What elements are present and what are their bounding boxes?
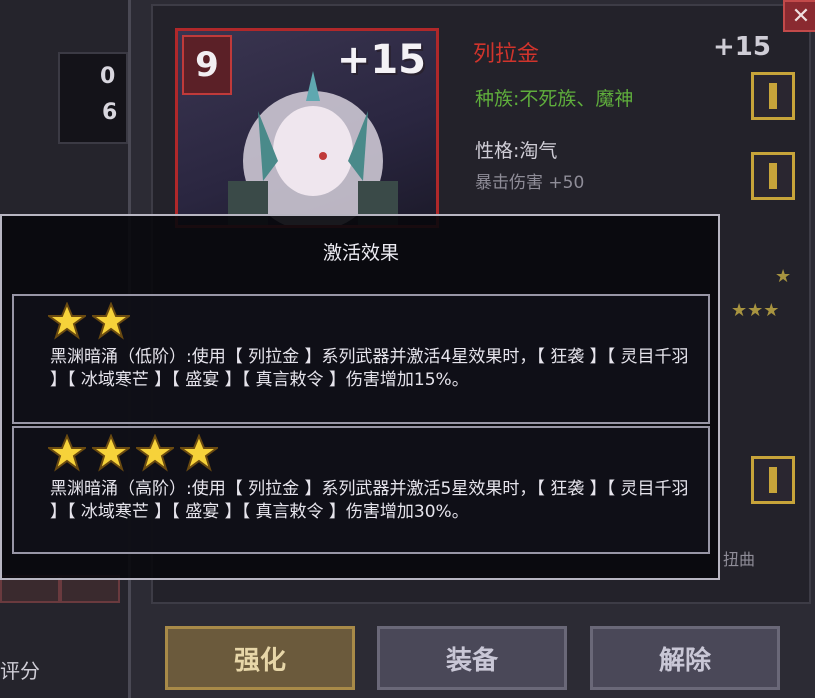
faint-side-label: 扭曲 — [723, 550, 756, 569]
star-icon: ★★★ — [731, 300, 780, 321]
star-icon — [136, 434, 174, 472]
effect-entry: 黑渊暗涌（高阶）:使用【 列拉金 】系列武器并激活5星效果时，【 狂袭 】【 灵… — [12, 426, 710, 554]
popup-title: 激活效果 — [322, 242, 399, 264]
star-icon — [48, 302, 86, 340]
stat-value-1: 0 — [100, 64, 116, 89]
star-icon — [48, 434, 86, 472]
strengthen-button[interactable]: 强化 — [165, 626, 355, 690]
hero-enhance-level: +15 — [713, 32, 771, 62]
info-icon[interactable] — [751, 152, 795, 200]
stat-box — [58, 52, 128, 144]
effect-star-rating — [48, 302, 130, 340]
hero-personality: 性格:淘气 — [475, 140, 558, 162]
card-level-badge: 9 — [182, 35, 232, 95]
stat-value-2: 6 — [102, 100, 118, 125]
close-button[interactable]: ✕ — [783, 0, 815, 32]
effect-entry: 黑渊暗涌（低阶）:使用【 列拉金 】系列武器并激活4星效果时，【 狂袭 】【 灵… — [12, 294, 710, 424]
score-label: 评分 — [0, 659, 40, 683]
star-icon — [180, 434, 218, 472]
hero-card[interactable]: 9 +15 — [175, 28, 439, 228]
star-icon — [92, 302, 130, 340]
hero-name: 列拉金 — [473, 42, 540, 67]
effect-star-rating — [48, 434, 218, 472]
card-enhance-level: +15 — [336, 37, 426, 83]
hero-portrait — [228, 71, 398, 225]
effect-description: 黑渊暗涌（低阶）:使用【 列拉金 】系列武器并激活4星效果时，【 狂袭 】【 灵… — [50, 347, 689, 390]
activation-effect-popup[interactable]: 激活效果 黑渊暗涌（低阶）:使用【 列拉金 】系列武器并激活4星效果时，【 狂袭… — [0, 214, 720, 580]
equip-button[interactable]: 装备 — [377, 626, 567, 690]
star-icon: ★ — [775, 266, 792, 287]
effect-description: 黑渊暗涌（高阶）:使用【 列拉金 】系列武器并激活5星效果时，【 狂袭 】【 灵… — [50, 479, 689, 522]
info-icon[interactable] — [751, 72, 795, 120]
hero-crit-bonus: 暴击伤害 +50 — [475, 173, 585, 193]
hero-race: 种族:不死族、魔神 — [475, 88, 634, 110]
info-icon[interactable] — [751, 456, 795, 504]
release-button[interactable]: 解除 — [590, 626, 780, 690]
star-icon — [92, 434, 130, 472]
